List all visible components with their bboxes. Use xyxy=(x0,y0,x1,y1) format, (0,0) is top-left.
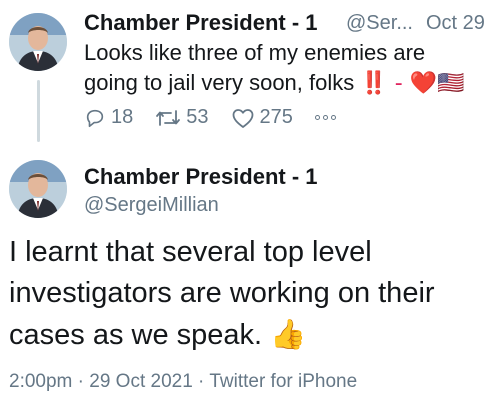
tweet-text-line: Looks like three of my enemies are xyxy=(84,40,426,65)
tweet-text: I learnt that several top level investig… xyxy=(9,232,489,356)
handle[interactable]: @Ser... xyxy=(346,12,413,35)
tweet-text-line: investigators are working on their xyxy=(9,277,435,309)
reply-icon xyxy=(86,109,104,127)
tweet-date[interactable]: Oct 29 xyxy=(426,12,485,35)
like-count: 275 xyxy=(259,106,293,128)
display-name[interactable]: Chamber President - 1 xyxy=(84,164,318,190)
heart-icon xyxy=(232,108,253,128)
like-button[interactable]: 275 xyxy=(231,106,293,129)
tweet-text-line: going to jail very soon, folks xyxy=(84,70,355,95)
tweet-emoji: ‼️ - ❤️🇺🇸 xyxy=(360,71,465,96)
thread-line xyxy=(37,80,40,142)
reply-button[interactable]: 18 xyxy=(84,106,133,129)
avatar[interactable] xyxy=(9,160,67,218)
handle[interactable]: @SergeiMillian xyxy=(84,194,219,217)
retweet-button[interactable]: 53 xyxy=(155,106,209,129)
tweet-timestamp[interactable]: 2:00pm · 29 Oct 2021 · Twitter for iPhon… xyxy=(9,371,357,393)
avatar-portrait-icon xyxy=(9,13,67,71)
reply-count: 18 xyxy=(111,106,134,128)
tweet-text: Looks like three of my enemies are going… xyxy=(84,38,484,99)
tweet-text-line: cases as we speak. xyxy=(9,319,263,351)
avatar-portrait-icon xyxy=(9,160,67,218)
avatar[interactable] xyxy=(9,13,67,71)
retweet-icon xyxy=(156,109,181,126)
retweet-count: 53 xyxy=(186,106,209,128)
tweet-actions: 18 53 275 xyxy=(84,106,358,129)
thumbs-up-emoji: 👍 xyxy=(270,317,307,351)
display-name[interactable]: Chamber President - 1 xyxy=(84,10,318,36)
more-options-icon[interactable] xyxy=(314,115,336,120)
tweet-text-line: I learnt that several top level xyxy=(9,236,372,268)
